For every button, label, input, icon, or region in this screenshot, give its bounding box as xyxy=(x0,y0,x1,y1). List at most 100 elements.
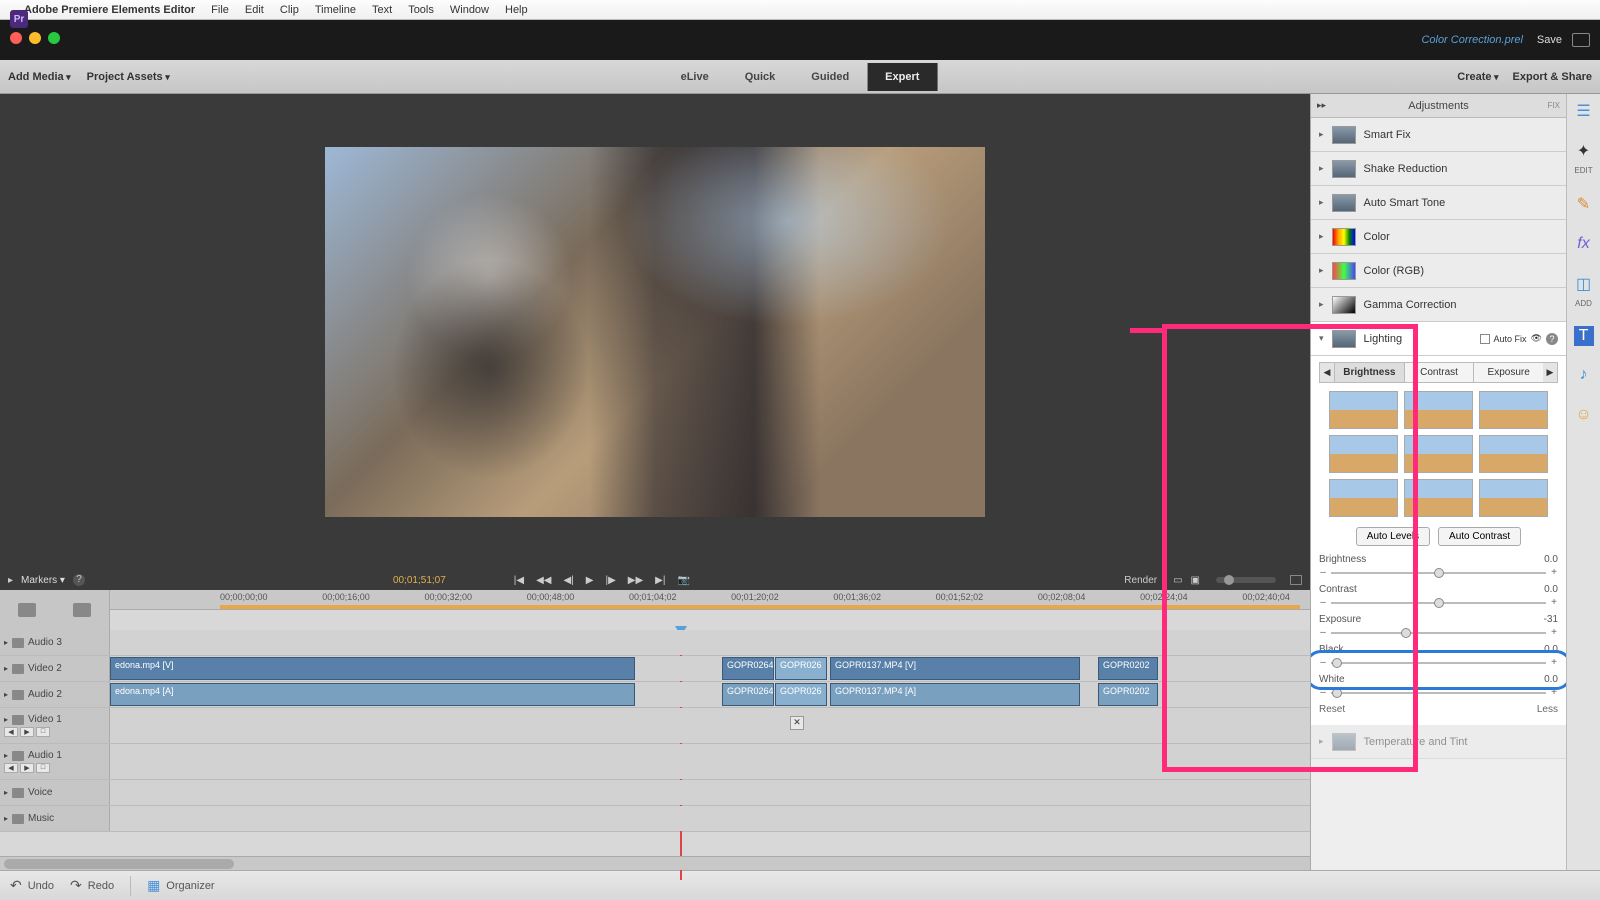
minus-icon[interactable]: – xyxy=(1319,627,1327,638)
help-icon[interactable]: ? xyxy=(73,574,85,586)
menu-timeline[interactable]: Timeline xyxy=(315,4,356,16)
goto-start-icon[interactable]: |◀ xyxy=(514,575,524,586)
minus-icon[interactable]: – xyxy=(1319,657,1327,668)
sliders-icon[interactable]: ☰ xyxy=(1573,100,1595,122)
clip[interactable]: GOPR0264. xyxy=(722,683,774,706)
slider-knob[interactable] xyxy=(1332,688,1342,698)
markers-dropdown[interactable]: Markers xyxy=(21,575,65,586)
mode-guided[interactable]: Guided xyxy=(793,63,867,91)
auto-contrast-button[interactable]: Auto Contrast xyxy=(1438,527,1521,546)
prev-edit-icon[interactable]: ◀◀ xyxy=(536,575,551,586)
panel-collapse-icon[interactable]: ▸▸ xyxy=(1317,100,1326,111)
track-expand-icon[interactable]: ▸ xyxy=(4,715,8,724)
work-area-bar[interactable] xyxy=(220,605,1300,609)
mode-expert[interactable]: Expert xyxy=(867,63,937,91)
redo-button[interactable]: ↷Redo xyxy=(70,877,114,894)
menu-edit[interactable]: Edit xyxy=(245,4,264,16)
play-icon[interactable]: ▶ xyxy=(586,575,594,586)
clip[interactable]: GOPR0264. xyxy=(722,657,774,680)
slider-knob[interactable] xyxy=(1434,568,1444,578)
clip[interactable]: GOPR026 xyxy=(775,657,827,680)
track-audio3[interactable] xyxy=(110,630,1310,655)
track-audio2[interactable]: edona.mp4 [A]GOPR0264.GOPR026GOPR0137.MP… xyxy=(110,682,1310,707)
track-music[interactable] xyxy=(110,806,1310,831)
preview-frame[interactable] xyxy=(325,147,985,517)
track-btn-icon[interactable]: ▶ xyxy=(20,763,34,773)
menu-text[interactable]: Text xyxy=(372,4,392,16)
clip[interactable]: edona.mp4 [V] xyxy=(110,657,635,680)
goto-end-icon[interactable]: ▶| xyxy=(655,575,665,586)
smiley-icon[interactable]: ☺ xyxy=(1573,404,1595,426)
close-button[interactable] xyxy=(10,32,22,44)
snapshot-icon[interactable]: 📷 xyxy=(677,575,689,586)
slider-knob[interactable] xyxy=(1434,598,1444,608)
track-video2[interactable]: edona.mp4 [V] GOPR0264.GOPR026GOPR0137.MP… xyxy=(110,656,1310,681)
transition-icon[interactable]: ◫ xyxy=(1573,273,1595,295)
minimize-button[interactable] xyxy=(29,32,41,44)
menu-window[interactable]: Window xyxy=(450,4,489,16)
preset-thumb[interactable] xyxy=(1329,479,1398,517)
plus-icon[interactable]: + xyxy=(1550,627,1558,638)
eye-icon[interactable] xyxy=(12,664,24,674)
speaker-icon[interactable] xyxy=(12,690,24,700)
clip[interactable]: GOPR0137.MP4 [V] xyxy=(830,657,1080,680)
menu-help[interactable]: Help xyxy=(505,4,528,16)
app-name[interactable]: Adobe Premiere Elements Editor xyxy=(24,4,195,16)
auto-levels-button[interactable]: Auto Levels xyxy=(1356,527,1430,546)
minus-icon[interactable]: – xyxy=(1319,687,1327,698)
clip[interactable]: GOPR0202 xyxy=(1098,657,1158,680)
fx-icon[interactable]: fx xyxy=(1573,233,1595,255)
adj-gamma[interactable]: ▸Gamma Correction xyxy=(1311,288,1566,322)
view-toggle-icon[interactable]: ▭ xyxy=(1173,575,1182,586)
track-voice[interactable] xyxy=(110,780,1310,805)
adj-auto-smart-tone[interactable]: ▸Auto Smart Tone xyxy=(1311,186,1566,220)
delete-clip-icon[interactable]: ✕ xyxy=(790,716,804,730)
menu-file[interactable]: File xyxy=(211,4,229,16)
track-video1[interactable]: ✕ xyxy=(110,708,1310,743)
step-back-icon[interactable]: ◀| xyxy=(563,575,573,586)
minus-icon[interactable]: – xyxy=(1319,567,1327,578)
mode-elive[interactable]: eLive xyxy=(663,63,727,91)
tab-next-icon[interactable]: ▶ xyxy=(1543,363,1557,382)
clip[interactable]: GOPR0137.MP4 [A] xyxy=(830,683,1080,706)
reset-button[interactable]: Reset xyxy=(1319,704,1345,715)
project-assets-button[interactable]: Project Assets xyxy=(87,71,170,83)
preset-thumb[interactable] xyxy=(1479,479,1548,517)
music-icon[interactable] xyxy=(12,814,24,824)
tool-2-icon[interactable] xyxy=(73,603,91,617)
save-icon[interactable] xyxy=(1572,33,1590,47)
adj-temperature-tint[interactable]: ▸Temperature and Tint xyxy=(1311,725,1566,759)
plus-icon[interactable]: + xyxy=(1550,657,1558,668)
minus-icon[interactable]: – xyxy=(1319,597,1327,608)
preset-thumb[interactable] xyxy=(1404,391,1473,429)
maximize-button[interactable] xyxy=(48,32,60,44)
preset-thumb[interactable] xyxy=(1329,435,1398,473)
slider-track[interactable] xyxy=(1331,692,1546,694)
track-btn-icon[interactable]: □ xyxy=(36,763,50,773)
adj-color-rgb[interactable]: ▸Color (RGB) xyxy=(1311,254,1566,288)
view-toggle2-icon[interactable]: ▣ xyxy=(1191,575,1200,586)
clip[interactable]: edona.mp4 [A] xyxy=(110,683,635,706)
magic-icon[interactable]: ✦ xyxy=(1573,140,1595,162)
slider-track[interactable] xyxy=(1331,662,1546,664)
speaker-icon[interactable] xyxy=(12,751,24,761)
export-share-button[interactable]: Export & Share xyxy=(1513,71,1592,83)
tab-brightness[interactable]: Brightness xyxy=(1334,363,1404,382)
track-audio1[interactable] xyxy=(110,744,1310,779)
eye-icon[interactable] xyxy=(12,715,24,725)
preview-eye-icon[interactable]: 👁 xyxy=(1531,333,1542,344)
autofix-checkbox[interactable] xyxy=(1480,334,1490,344)
tab-prev-icon[interactable]: ◀ xyxy=(1320,363,1334,382)
track-expand-icon[interactable]: ▸ xyxy=(4,814,8,823)
tool-1-icon[interactable] xyxy=(18,603,36,617)
time-ruler[interactable]: 00;00;00;00 00;00;16;00 00;00;32;00 00;0… xyxy=(110,590,1310,610)
next-edit-icon[interactable]: ▶▶ xyxy=(628,575,643,586)
add-media-button[interactable]: Add Media xyxy=(8,71,71,83)
preset-thumb[interactable] xyxy=(1404,435,1473,473)
step-fwd-icon[interactable]: |▶ xyxy=(605,575,615,586)
track-expand-icon[interactable]: ▸ xyxy=(4,751,8,760)
plus-icon[interactable]: + xyxy=(1550,567,1558,578)
less-button[interactable]: Less xyxy=(1537,704,1558,715)
track-expand-icon[interactable]: ▸ xyxy=(4,788,8,797)
preset-thumb[interactable] xyxy=(1479,391,1548,429)
